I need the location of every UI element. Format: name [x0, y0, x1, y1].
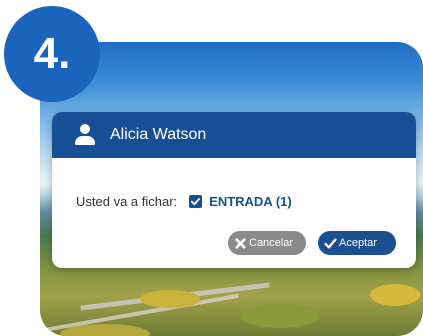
cancel-button-label: Cancelar	[249, 237, 294, 249]
shrub	[60, 324, 150, 336]
user-name: Alicia Watson	[110, 126, 207, 143]
clock-in-dialog: Alicia Watson Usted va a fichar: ENTRADA…	[52, 112, 416, 268]
x-icon	[235, 237, 246, 249]
clock-in-row: Usted va a fichar: ENTRADA (1)	[76, 194, 292, 209]
clock-in-prompt: Usted va a fichar:	[76, 194, 178, 209]
shrub	[140, 290, 200, 308]
accept-button[interactable]: Aceptar	[318, 231, 396, 255]
cancel-button[interactable]: Cancelar	[228, 231, 306, 255]
shrub	[370, 284, 420, 306]
user-icon	[74, 124, 96, 146]
entry-label[interactable]: ENTRADA (1)	[209, 194, 292, 209]
dialog-header: Alicia Watson	[52, 112, 416, 158]
checkbox-checked-icon[interactable]	[189, 195, 203, 208]
step-number: 4.	[33, 29, 71, 78]
accept-button-label: Aceptar	[339, 237, 377, 249]
shrub	[240, 304, 320, 328]
step-badge: 4.	[4, 6, 100, 102]
checkmark-icon	[324, 238, 337, 248]
